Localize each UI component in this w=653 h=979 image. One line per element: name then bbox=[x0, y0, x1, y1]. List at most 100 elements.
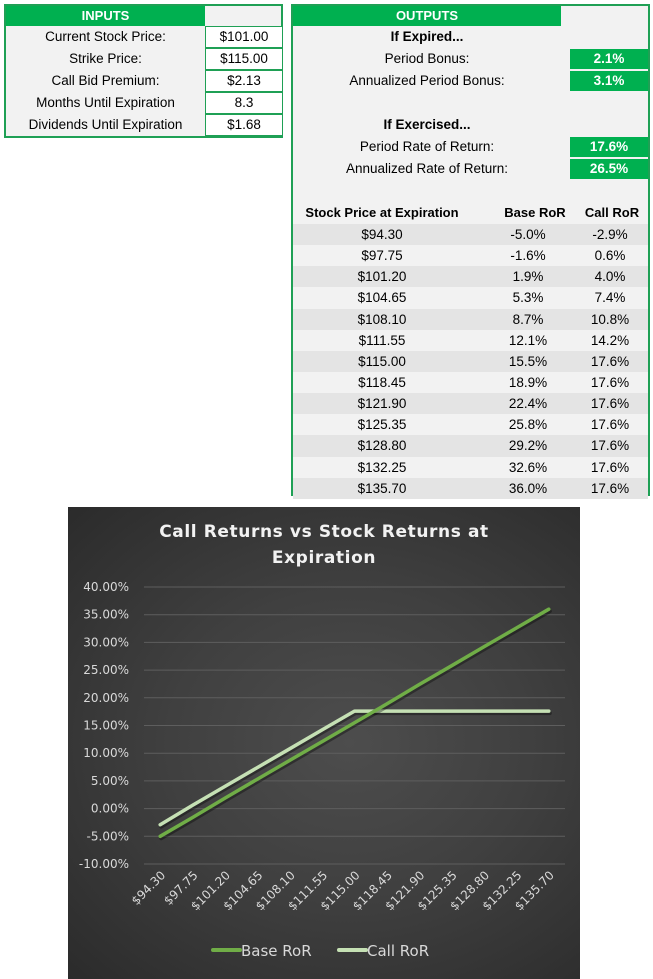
base-ror-cell: 29.2% bbox=[508, 438, 548, 454]
annualized-ror-row: Annualized Rate of Return: 26.5% bbox=[293, 158, 648, 180]
base-ror-cell: 5.3% bbox=[512, 290, 544, 306]
y-tick-label: -5.00% bbox=[87, 829, 129, 843]
stock-price-cell: $135.70 bbox=[357, 480, 407, 496]
returns-table-row: $118.45 18.9% 17.6% bbox=[293, 372, 648, 393]
spacer-row bbox=[293, 180, 648, 202]
input-label: Dividends Until Expiration bbox=[28, 117, 183, 132]
returns-table-row: $101.20 1.9% 4.0% bbox=[293, 266, 648, 288]
base-ror-cell: 15.5% bbox=[508, 353, 548, 369]
base-ror-cell: 1.9% bbox=[512, 269, 544, 285]
header-call-ror: Call RoR bbox=[584, 205, 640, 220]
base-ror-cell: 12.1% bbox=[508, 332, 548, 348]
stock-price-cell: $111.55 bbox=[358, 332, 406, 348]
call-ror-cell: 0.6% bbox=[594, 248, 626, 264]
input-row-call-bid-premium: Call Bid Premium: $2.13 bbox=[6, 70, 283, 92]
call-ror-cell: 17.6% bbox=[590, 396, 630, 412]
y-tick-label: 35.00% bbox=[83, 608, 129, 622]
call-ror-cell: 10.8% bbox=[590, 311, 630, 327]
legend-label-call-ror: Call RoR bbox=[367, 942, 429, 960]
base-ror-cell: 22.4% bbox=[508, 396, 548, 412]
period-ror-label: Period Rate of Return: bbox=[359, 139, 495, 154]
stock-price-cell: $125.35 bbox=[357, 417, 407, 433]
dividends-until-expiration-field[interactable]: $1.68 bbox=[205, 114, 283, 136]
annualized-bonus-value: 3.1% bbox=[570, 71, 648, 91]
base-ror-cell: -1.6% bbox=[510, 248, 546, 264]
call-ror-cell: 7.4% bbox=[594, 290, 626, 306]
returns-table-row: $125.35 25.8% 17.6% bbox=[293, 414, 648, 435]
y-tick-label: 20.00% bbox=[83, 691, 129, 705]
period-bonus-value: 2.1% bbox=[570, 49, 648, 69]
y-axis-labels: 40.00% 35.00% 30.00% 25.00% 20.00% 15.00% 10.0… bbox=[79, 580, 129, 871]
input-label: Months Until Expiration bbox=[36, 95, 175, 110]
legend-label-base-ror: Base RoR bbox=[241, 942, 312, 960]
returns-table-body: $94.30 -5.0% -2.9% $97.75 -1.6% 0.6% $101.20 1.… bbox=[293, 224, 648, 499]
period-bonus-row: Period Bonus: 2.1% bbox=[293, 48, 648, 70]
returns-table-row: $115.00 15.5% 17.6% bbox=[293, 350, 648, 372]
returns-table-row: $108.10 8.7% 10.8% bbox=[293, 308, 648, 330]
y-tick-label: 15.00% bbox=[83, 719, 129, 733]
stock-price-cell: $118.45 bbox=[358, 374, 406, 390]
stock-price-cell: $104.65 bbox=[357, 290, 407, 306]
spacer-row bbox=[293, 92, 648, 114]
series-shadow bbox=[159, 711, 552, 829]
expired-heading-row: If Expired... bbox=[293, 26, 648, 48]
header-stock-price: Stock Price at Expiration bbox=[305, 205, 459, 220]
y-tick-label: 40.00% bbox=[83, 580, 129, 594]
input-label: Call Bid Premium: bbox=[51, 73, 160, 88]
call-ror-cell: 17.6% bbox=[590, 438, 630, 454]
call-ror-cell: -2.9% bbox=[592, 227, 628, 242]
annualized-bonus-label: Annualized Period Bonus: bbox=[349, 73, 505, 88]
inputs-title: INPUTS bbox=[6, 6, 205, 26]
input-label: Strike Price: bbox=[69, 51, 142, 66]
stock-price-cell: $115.00 bbox=[358, 353, 406, 369]
months-until-expiration-field[interactable]: 8.3 bbox=[205, 92, 283, 114]
period-ror-value: 17.6% bbox=[570, 137, 648, 157]
period-ror-row: Period Rate of Return: 17.6% bbox=[293, 136, 648, 158]
call-ror-cell: 4.0% bbox=[594, 269, 626, 285]
stock-price-cell: $128.80 bbox=[357, 438, 407, 454]
outputs-table: OUTPUTS If Expired... Period Bonus: 2.1%… bbox=[291, 4, 650, 499]
input-row-dividends-until-expiration: Dividends Until Expiration $1.68 bbox=[6, 114, 283, 136]
chart-title-line-1: Call Returns vs Stock Returns at bbox=[159, 522, 489, 542]
returns-table-row: $104.65 5.3% 7.4% bbox=[293, 287, 648, 308]
annualized-bonus-row: Annualized Period Bonus: 3.1% bbox=[293, 70, 648, 92]
series-line-base-ror bbox=[158, 607, 551, 839]
header-base-ror: Base RoR bbox=[504, 205, 566, 220]
returns-table-header: Stock Price at Expiration Base RoR Call … bbox=[293, 202, 648, 224]
y-tick-label: 0.00% bbox=[91, 802, 129, 816]
stock-price-cell: $94.30 bbox=[361, 227, 403, 242]
returns-table-row: $128.80 29.2% 17.6% bbox=[293, 435, 648, 457]
base-ror-cell: 36.0% bbox=[508, 480, 548, 496]
base-ror-cell: 32.6% bbox=[508, 459, 548, 475]
chart-canvas: Call Returns vs Stock Returns at Expirat… bbox=[79, 522, 565, 960]
current-stock-price-field[interactable]: $101.00 bbox=[205, 26, 283, 48]
x-axis-labels: $94.30$97.75$101.20$104.65$108.10$111.55… bbox=[129, 868, 557, 913]
returns-table-row: $94.30 -5.0% -2.9% bbox=[293, 224, 648, 246]
stock-price-cell: $108.10 bbox=[357, 311, 407, 327]
y-tick-label: 25.00% bbox=[83, 663, 129, 677]
base-ror-cell: 18.9% bbox=[508, 374, 548, 390]
y-tick-label: 30.00% bbox=[83, 635, 129, 649]
returns-table-row: $135.70 36.0% 17.6% bbox=[293, 477, 648, 499]
base-ror-cell: 8.7% bbox=[512, 311, 544, 327]
returns-table-row: $111.55 12.1% 14.2% bbox=[293, 330, 648, 351]
call-ror-cell: 17.6% bbox=[590, 417, 630, 433]
call-ror-cell: 17.6% bbox=[590, 459, 630, 475]
returns-table-row: $97.75 -1.6% 0.6% bbox=[293, 245, 648, 266]
inputs-table: INPUTS Current Stock Price: $101.00 Stri… bbox=[4, 4, 283, 138]
call-bid-premium-field[interactable]: $2.13 bbox=[205, 70, 283, 92]
input-row-current-stock-price: Current Stock Price: $101.00 bbox=[6, 26, 283, 48]
chart-legend: Base RoR Call RoR bbox=[211, 942, 429, 960]
exercised-heading: If Exercised... bbox=[383, 117, 471, 132]
y-tick-label: -10.00% bbox=[79, 857, 129, 871]
chart-title-line-2: Expiration bbox=[272, 548, 376, 568]
returns-table-row: $132.25 32.6% 17.6% bbox=[293, 457, 648, 478]
base-ror-cell: -5.0% bbox=[510, 227, 546, 242]
annualized-ror-value: 26.5% bbox=[570, 159, 648, 179]
stock-price-cell: $132.25 bbox=[357, 459, 407, 475]
strike-price-field[interactable]: $115.00 bbox=[205, 48, 283, 70]
base-ror-cell: 25.8% bbox=[508, 417, 548, 433]
period-bonus-label: Period Bonus: bbox=[384, 51, 470, 66]
y-tick-label: 5.00% bbox=[91, 774, 129, 788]
y-tick-label: 10.00% bbox=[83, 746, 129, 760]
